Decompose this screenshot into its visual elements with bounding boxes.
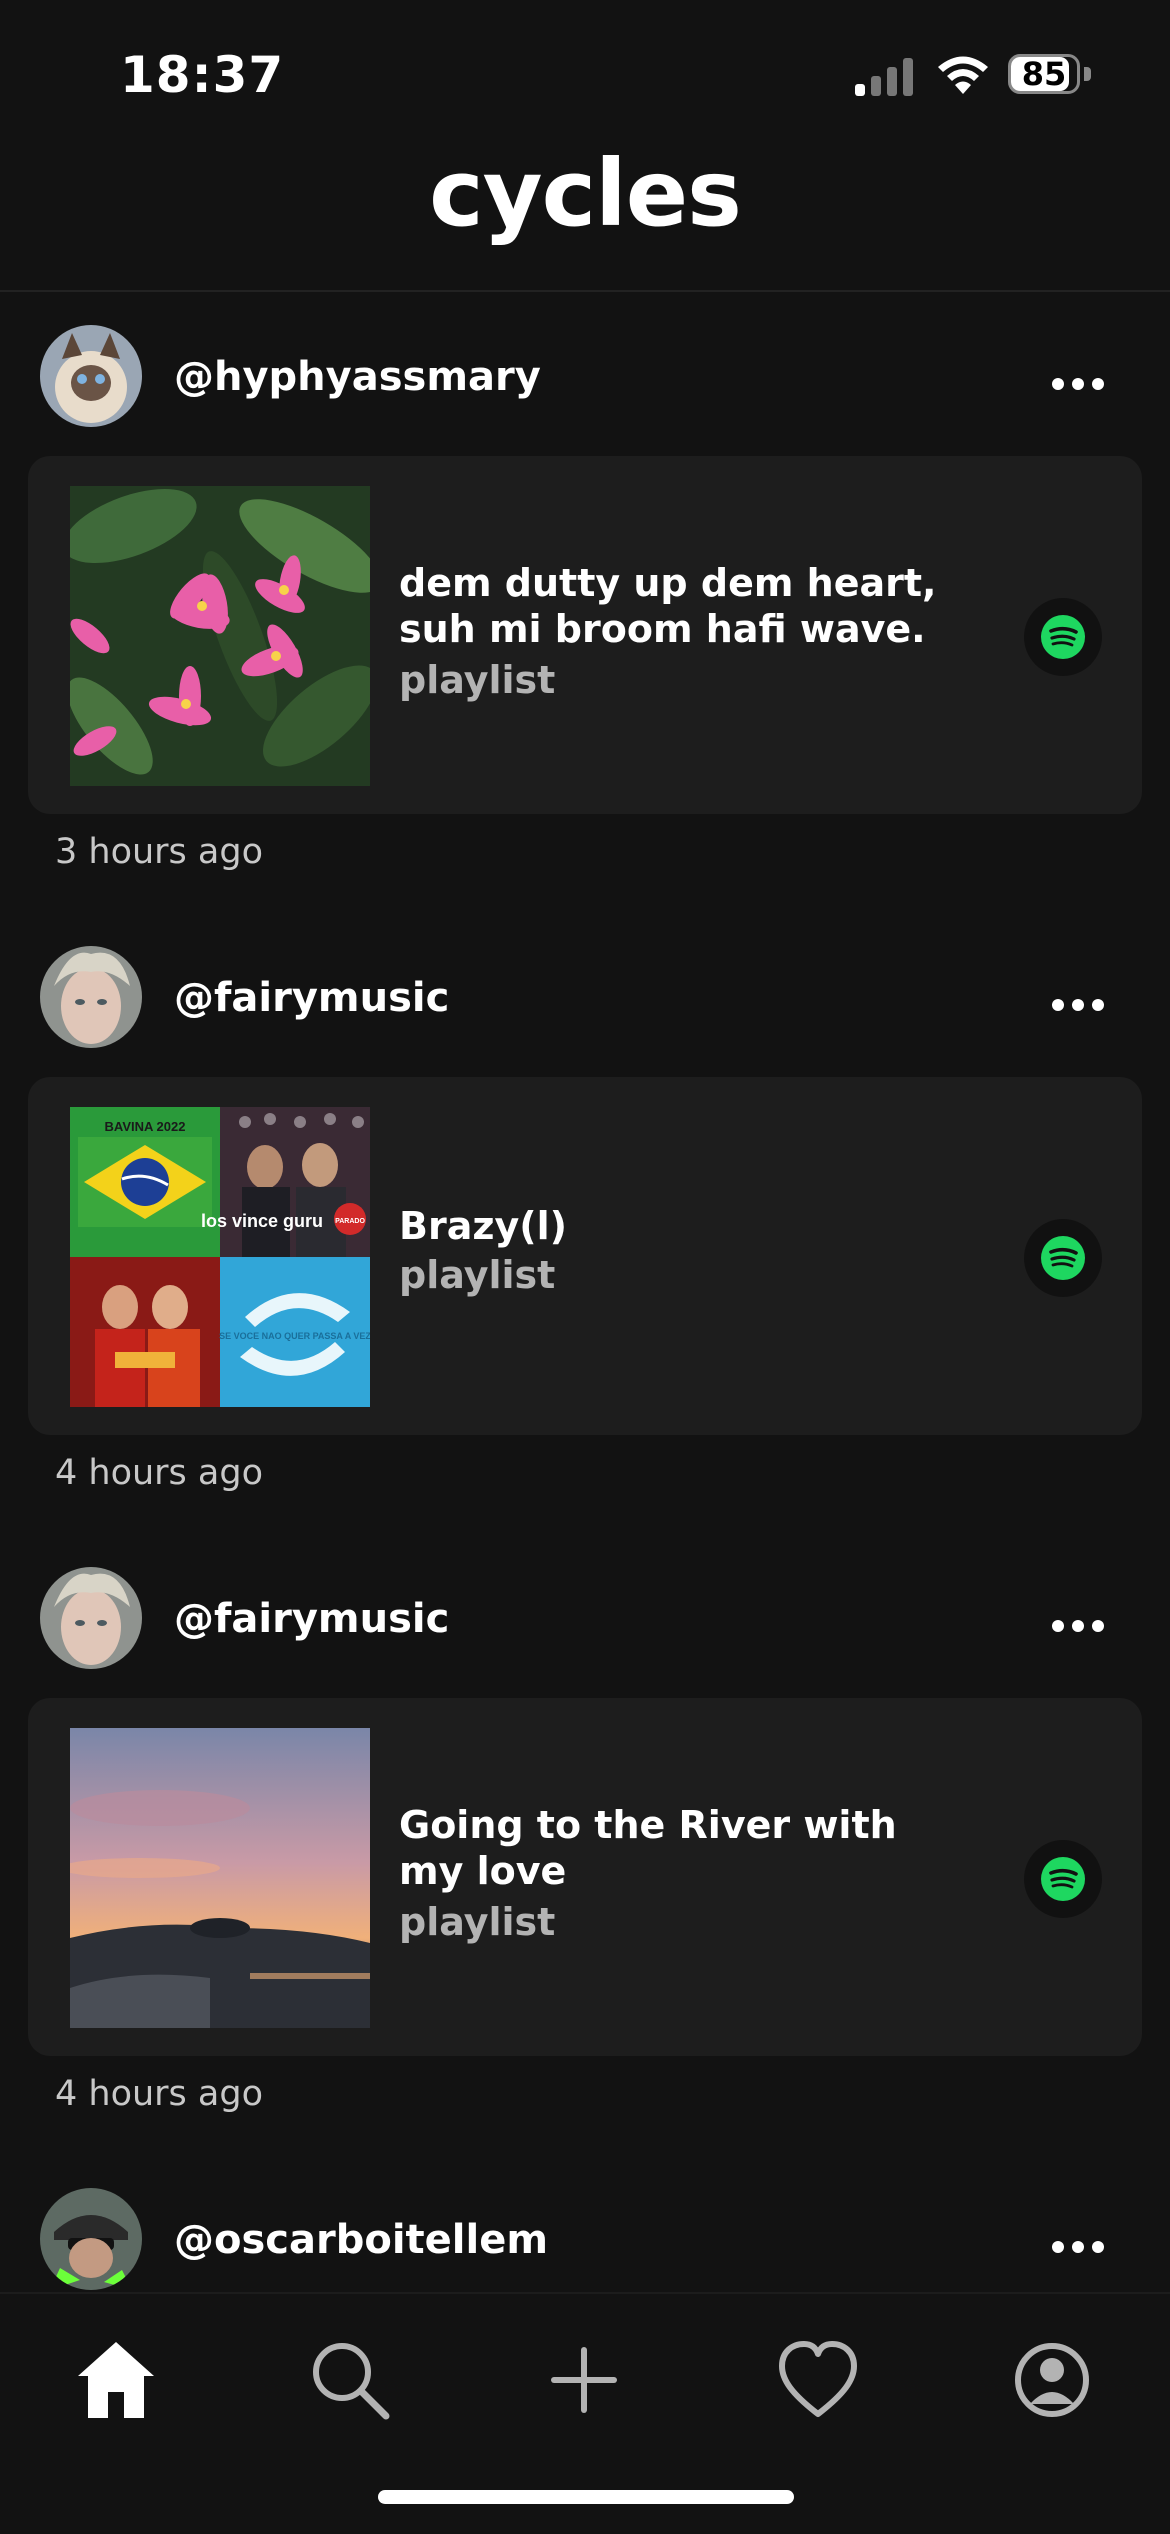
- status-bar: 18:37 85: [0, 0, 1170, 150]
- spotify-icon[interactable]: [1024, 1840, 1102, 1918]
- add-icon[interactable]: [538, 2334, 630, 2426]
- playlist-card[interactable]: Going to the River with my love playlist: [28, 1698, 1142, 2056]
- spotify-icon[interactable]: [1024, 598, 1102, 676]
- cover-text: BAVINA 2022: [105, 1119, 186, 1134]
- status-time: 18:37: [120, 46, 285, 104]
- more-options-icon[interactable]: [1048, 2237, 1108, 2257]
- heart-icon[interactable]: [772, 2334, 864, 2426]
- cover-text: PARADO: [335, 1218, 365, 1225]
- playlist-cover-image: [70, 486, 370, 786]
- playlist-title: Brazy(l): [399, 1204, 567, 1248]
- playlist-type-label: playlist: [399, 1253, 556, 1297]
- search-icon[interactable]: [304, 2334, 396, 2426]
- cover-text: SE VOCE NAO QUER PASSA A VEZ: [219, 1331, 370, 1341]
- post-username[interactable]: @fairymusic: [174, 1596, 449, 1642]
- avatar[interactable]: [40, 2188, 142, 2290]
- avatar[interactable]: [40, 325, 142, 427]
- avatar[interactable]: [40, 946, 142, 1048]
- post-username[interactable]: @oscarboitellem: [174, 2217, 548, 2263]
- more-options-icon[interactable]: [1048, 374, 1108, 394]
- playlist-title: Going to the River with my love: [399, 1803, 897, 1893]
- battery-level: 85: [1021, 55, 1067, 93]
- more-options-icon[interactable]: [1048, 1616, 1108, 1636]
- playlist-type-label: playlist: [399, 1900, 556, 1944]
- post-timestamp: 3 hours ago: [55, 832, 264, 872]
- cover-text: los vince guru: [201, 1211, 323, 1231]
- avatar[interactable]: [40, 1567, 142, 1669]
- playlist-card[interactable]: dem dutty up dem heart, suh mi broom haf…: [28, 456, 1142, 814]
- post-timestamp: 4 hours ago: [55, 2074, 264, 2114]
- post-timestamp: 4 hours ago: [55, 1453, 264, 1493]
- battery-indicator: 85: [1008, 54, 1094, 96]
- playlist-title: dem dutty up dem heart, suh mi broom haf…: [399, 561, 937, 651]
- more-options-icon[interactable]: [1048, 995, 1108, 1015]
- home-icon[interactable]: [70, 2334, 162, 2426]
- wifi-icon: [938, 56, 988, 94]
- post-username[interactable]: @fairymusic: [174, 975, 449, 1021]
- playlist-card[interactable]: BAVINA 2022 los vince guru PARADO SE VOC…: [28, 1077, 1142, 1435]
- spotify-icon[interactable]: [1024, 1219, 1102, 1297]
- app-title: cycles: [429, 140, 742, 247]
- playlist-cover-image: BAVINA 2022 los vince guru PARADO SE VOC…: [70, 1107, 370, 1407]
- playlist-cover-image: [70, 1728, 370, 2028]
- profile-icon[interactable]: [1006, 2334, 1098, 2426]
- home-indicator[interactable]: [378, 2490, 794, 2504]
- cellular-signal-icon: [855, 58, 913, 96]
- playlist-type-label: playlist: [399, 658, 556, 702]
- post-username[interactable]: @hyphyassmary: [174, 354, 541, 400]
- feed[interactable]: @hyphyassmary dem dutty up dem heart, su…: [0, 292, 1170, 2290]
